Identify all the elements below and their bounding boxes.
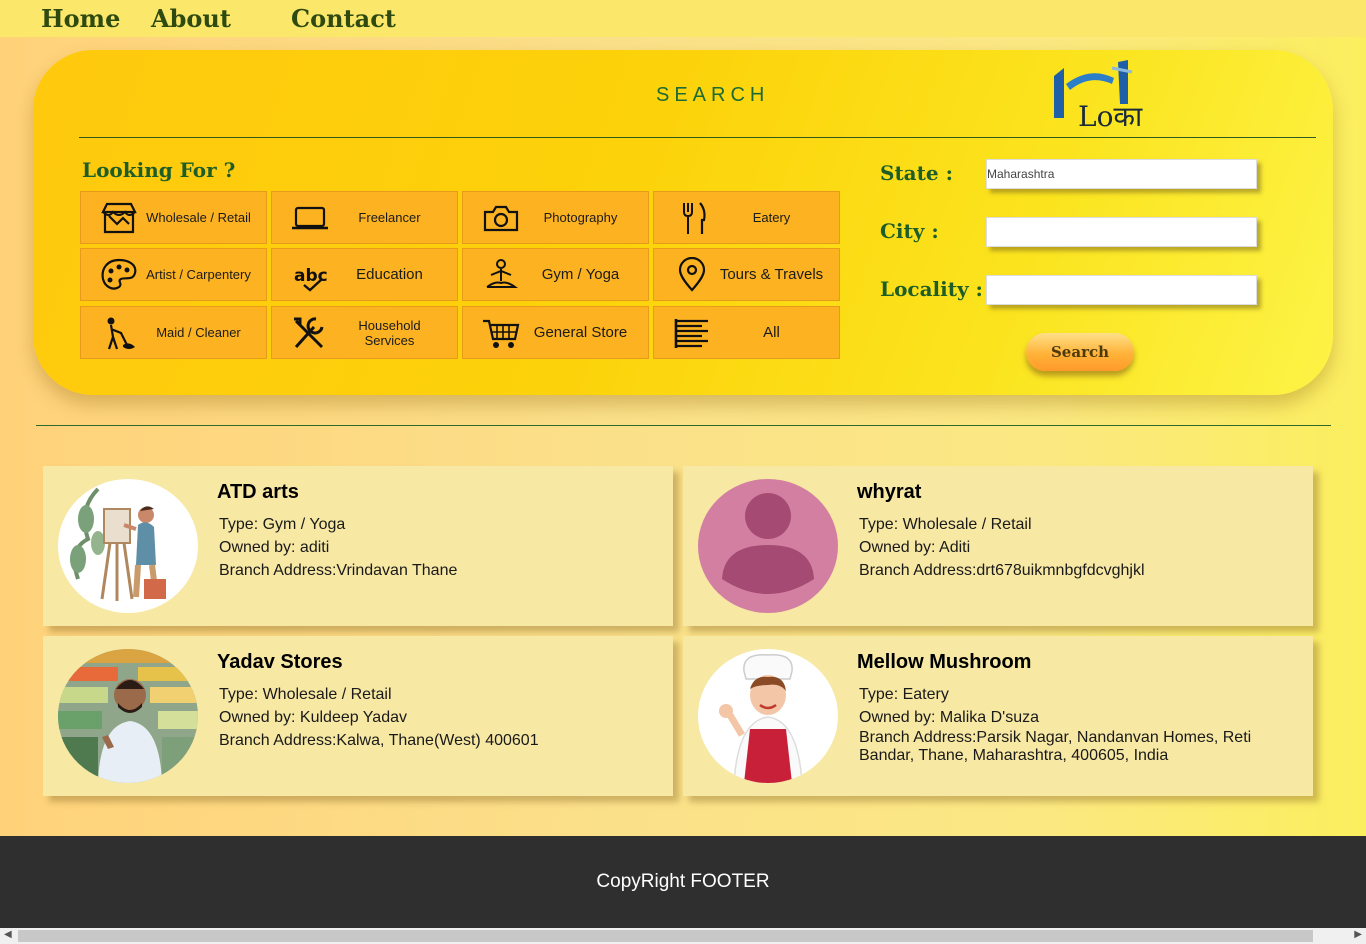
category-freelancer[interactable]: Freelancer: [271, 191, 458, 244]
category-maid-cleaner[interactable]: Maid / Cleaner: [80, 306, 267, 359]
painter-avatar: [58, 479, 198, 613]
laptop-icon: [292, 206, 328, 230]
category-eatery[interactable]: Eatery: [653, 191, 840, 244]
tools-icon: [294, 317, 324, 349]
business-type: Type: Wholesale / Retail: [219, 686, 392, 703]
business-info: Type: Wholesale / Retail Owned by: Aditi…: [859, 513, 1293, 582]
category-label: General Store: [533, 324, 628, 341]
scroll-right-arrow-icon[interactable]: ▶: [1354, 929, 1362, 940]
chef-avatar: [698, 649, 838, 783]
nav-about-link[interactable]: About: [151, 4, 231, 33]
business-info: Type: Gym / Yoga Owned by: aditi Branch …: [219, 513, 653, 582]
category-gym-yoga[interactable]: Gym / Yoga: [462, 248, 649, 301]
search-button[interactable]: Search: [1026, 333, 1134, 371]
city-label: City :: [880, 219, 939, 243]
footer: CopyRight FOOTER: [0, 836, 1366, 928]
business-name: ATD arts: [217, 481, 299, 503]
business-info: Type: Wholesale / Retail Owned by: Kulde…: [219, 683, 653, 752]
business-name: whyrat: [857, 481, 922, 503]
category-label: Gym / Yoga: [541, 266, 620, 283]
result-card[interactable]: whyrat Type: Wholesale / Retail Owned by…: [683, 466, 1313, 626]
search-title: SEARCH: [656, 84, 770, 106]
state-field[interactable]: [986, 159, 1257, 189]
business-address: Branch Address:Kalwa, Thane(West) 400601: [219, 732, 539, 749]
nav-home-link[interactable]: Home: [41, 4, 120, 33]
category-label: All: [763, 324, 780, 341]
palette-icon: [101, 258, 137, 290]
location-pin-icon: [678, 257, 706, 292]
result-card[interactable]: ATD arts Type: Gym / Yoga Owned by: adit…: [43, 466, 673, 626]
scroll-left-arrow-icon[interactable]: ◀: [4, 929, 12, 940]
top-nav: Home About Contact: [0, 0, 1366, 37]
business-address: Branch Address:Parsik Nagar, Nandanvan H…: [859, 729, 1252, 764]
scrollbar-thumb[interactable]: [18, 930, 1313, 942]
business-name: Mellow Mushroom: [857, 651, 1032, 673]
default-user-avatar: [698, 479, 838, 613]
category-household-services[interactable]: Household Services: [271, 306, 458, 359]
result-card[interactable]: Mellow Mushroom Type: Eatery Owned by: M…: [683, 636, 1313, 796]
category-label: Eatery: [752, 210, 791, 225]
camera-icon: [483, 205, 519, 232]
category-general-store[interactable]: General Store: [462, 306, 649, 359]
shop-icon: [101, 202, 137, 234]
yoga-icon: [486, 259, 519, 288]
logo-text: Loका: [1078, 100, 1143, 132]
looking-for-heading: Looking For ?: [82, 158, 236, 182]
category-photography[interactable]: Photography: [462, 191, 649, 244]
locality-label: Locality :: [880, 277, 983, 301]
category-all[interactable]: All: [653, 306, 840, 359]
business-owner: Owned by: Kuldeep Yadav: [219, 709, 407, 726]
cart-icon: [483, 319, 520, 348]
fork-knife-icon: [683, 202, 706, 234]
category-label: Education: [356, 266, 423, 283]
svg-text:abc: abc: [294, 266, 328, 286]
state-label: State :: [880, 161, 953, 185]
category-label: Freelancer: [358, 210, 421, 225]
abc-icon: abc: [294, 266, 328, 292]
footer-text: CopyRight FOOTER: [596, 871, 770, 892]
business-info: Type: Eatery Owned by: Malika D'suza Bra…: [859, 683, 1293, 765]
category-label: Tours & Travels: [719, 266, 824, 283]
list-icon: [674, 319, 708, 348]
business-type: Type: Eatery: [859, 686, 949, 703]
category-artist-carpentery[interactable]: Artist / Carpentery: [80, 248, 267, 301]
category-grid: Wholesale / Retail Freelancer Photograph…: [80, 191, 840, 360]
result-card[interactable]: Yadav Stores Type: Wholesale / Retail Ow…: [43, 636, 673, 796]
category-label: Maid / Cleaner: [156, 325, 241, 340]
category-label: Photography: [543, 210, 618, 225]
section-divider: [36, 425, 1331, 426]
shopkeeper-avatar: [58, 649, 198, 783]
category-label: Household Services: [358, 317, 421, 348]
category-tours-travels[interactable]: Tours & Travels: [653, 248, 840, 301]
business-name: Yadav Stores: [217, 651, 343, 673]
business-owner: Owned by: aditi: [219, 539, 330, 556]
loka-logo: Loका: [1054, 60, 1143, 132]
business-address: Branch Address:drt678uikmnbgfdcvghjkl: [859, 562, 1145, 579]
locality-field[interactable]: [986, 275, 1257, 305]
business-owner: Owned by: Malika D'suza: [859, 709, 1040, 726]
category-education[interactable]: abc Education: [271, 248, 458, 301]
nav-contact-link[interactable]: Contact: [291, 4, 396, 33]
business-address: Branch Address:Vrindavan Thane: [219, 562, 458, 579]
city-field[interactable]: [986, 217, 1257, 247]
business-type: Type: Wholesale / Retail: [859, 516, 1032, 533]
business-type: Type: Gym / Yoga: [219, 516, 346, 533]
category-label: Artist / Carpentery: [146, 267, 251, 282]
business-owner: Owned by: Aditi: [859, 539, 971, 556]
category-wholesale-retail[interactable]: Wholesale / Retail: [80, 191, 267, 244]
horizontal-scrollbar[interactable]: ◀ ▶: [0, 928, 1366, 944]
cleaner-icon: [107, 317, 135, 350]
panel-divider: [79, 137, 1316, 138]
category-label: Wholesale / Retail: [146, 210, 251, 225]
